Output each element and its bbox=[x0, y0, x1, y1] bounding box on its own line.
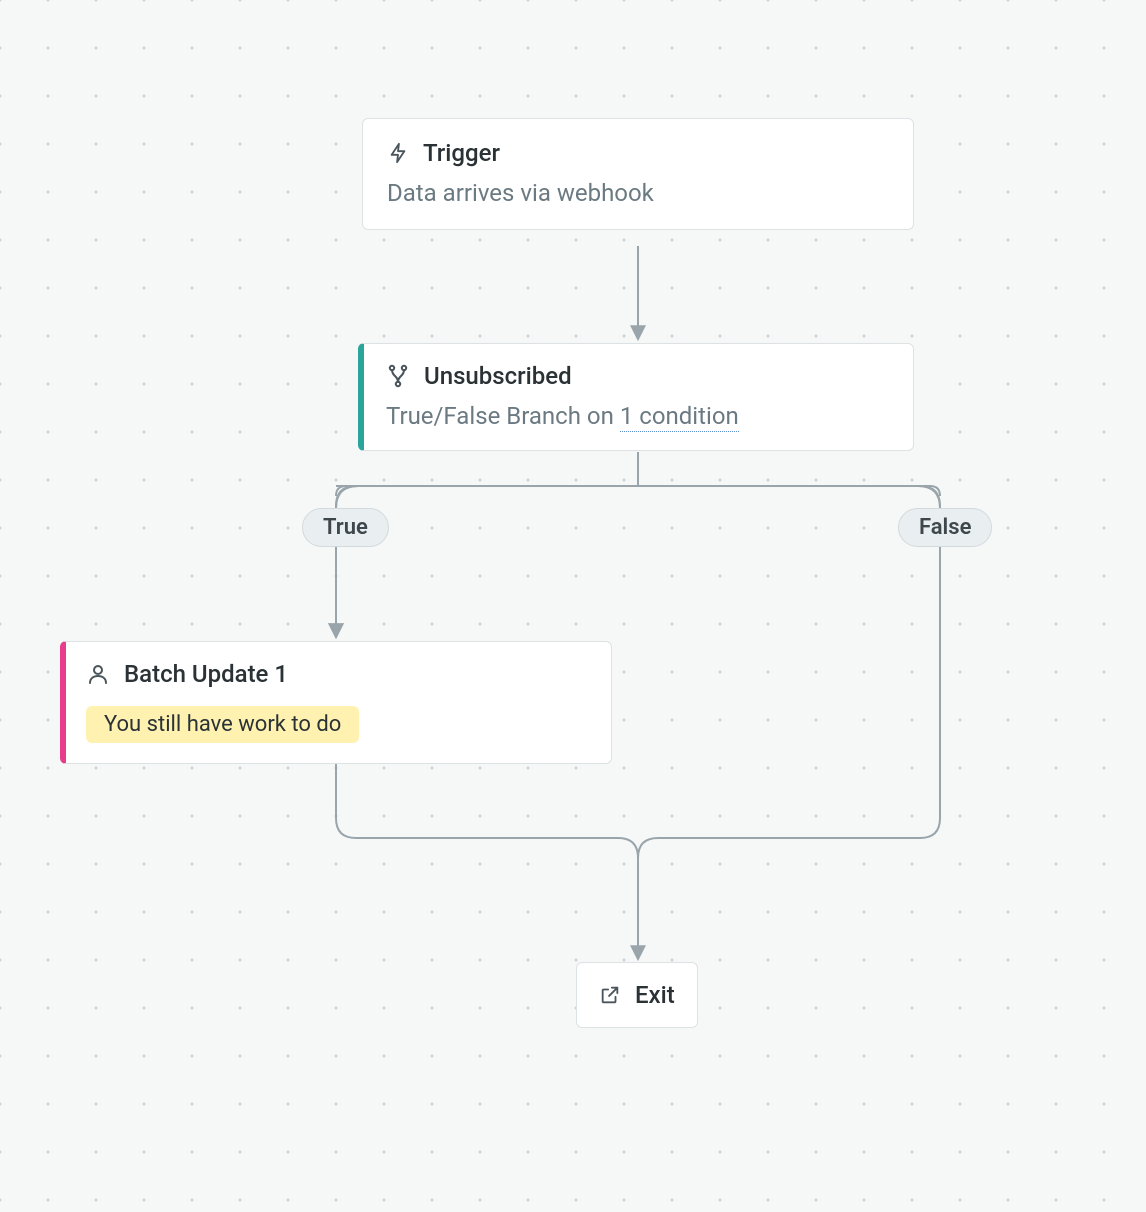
trigger-node[interactable]: Trigger Data arrives via webhook bbox=[362, 118, 914, 230]
branch-node[interactable]: Unsubscribed True/False Branch on 1 cond… bbox=[358, 343, 914, 451]
exit-label: Exit bbox=[635, 981, 675, 1009]
trigger-subtitle: Data arrives via webhook bbox=[387, 179, 889, 207]
trigger-title: Trigger bbox=[423, 139, 500, 167]
branch-label-false: False bbox=[898, 508, 992, 547]
branch-label-true: True bbox=[302, 508, 389, 547]
exit-node[interactable]: Exit bbox=[576, 962, 698, 1028]
branch-title: Unsubscribed bbox=[424, 362, 572, 390]
action-node[interactable]: Batch Update 1 You still have work to do bbox=[60, 641, 612, 764]
workflow-canvas[interactable]: Trigger Data arrives via webhook Unsubsc… bbox=[0, 0, 1146, 1212]
branch-icon bbox=[386, 364, 410, 388]
branch-subtitle: True/False Branch on 1 condition bbox=[386, 402, 889, 430]
branch-subtitle-prefix: True/False Branch on bbox=[386, 402, 620, 430]
exit-icon bbox=[599, 984, 621, 1006]
action-warning: You still have work to do bbox=[86, 706, 359, 743]
person-icon bbox=[86, 662, 110, 686]
lightning-icon bbox=[387, 140, 409, 166]
condition-link[interactable]: 1 condition bbox=[620, 402, 739, 432]
action-title: Batch Update 1 bbox=[124, 660, 288, 688]
